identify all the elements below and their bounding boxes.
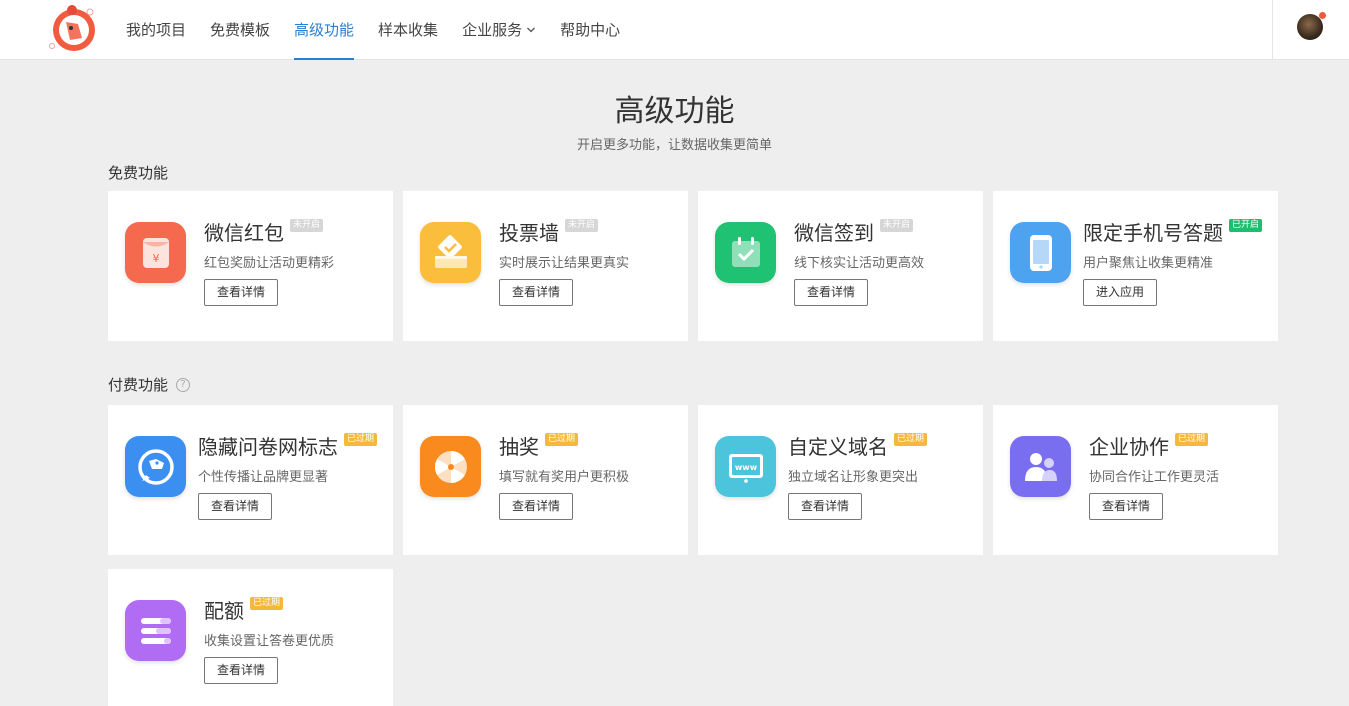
- card-title: 配额: [204, 599, 244, 623]
- top-header: 我的项目 免费模板 高级功能 样本收集 企业服务 帮助中心: [0, 0, 1349, 60]
- status-badge: 未开启: [290, 219, 324, 232]
- card-desc: 填写就有奖用户更积极: [499, 470, 630, 485]
- card-desc: 收集设置让答卷更优质: [204, 634, 335, 649]
- card-wechat-checkin: 微信签到 未开启 线下核实让活动更高效 查看详情: [698, 191, 983, 341]
- paid-section-title: 付费功能 ?: [108, 374, 191, 395]
- nav-my-projects[interactable]: 我的项目: [114, 0, 198, 60]
- red-envelope-icon: ¥: [125, 222, 186, 283]
- status-badge: 已过期: [344, 433, 378, 446]
- card-hide-logo: 隐藏问卷网标志 已过期 个性传播让品牌更显著 查看详情: [108, 405, 393, 555]
- nav-enterprise-services[interactable]: 企业服务: [450, 0, 548, 60]
- card-wechat-red-envelope: ¥ 微信红包 未开启 红包奖励让活动更精彩 查看详情: [108, 191, 393, 341]
- mobile-phone-icon: [1010, 222, 1071, 283]
- nav-sample-collection[interactable]: 样本收集: [366, 0, 450, 60]
- view-details-button[interactable]: 查看详情: [788, 493, 862, 520]
- card-desc: 协同合作让工作更灵活: [1089, 470, 1220, 485]
- lottery-wheel-icon: [420, 436, 481, 497]
- card-desc: 用户聚焦让收集更精准: [1083, 256, 1214, 271]
- card-vote-wall: 投票墙 未开启 实时展示让结果更真实 查看详情: [403, 191, 688, 341]
- view-details-button[interactable]: 查看详情: [204, 657, 278, 684]
- help-icon[interactable]: ?: [176, 377, 191, 392]
- view-details-button[interactable]: 查看详情: [794, 279, 868, 306]
- nav-label: 企业服务: [462, 21, 523, 39]
- card-title: 微信红包: [204, 221, 284, 245]
- card-quota: 配额 已过期 收集设置让答卷更优质 查看详情: [108, 569, 393, 706]
- view-details-button[interactable]: 查看详情: [1089, 493, 1163, 520]
- card-lottery: 抽奖 已过期 填写就有奖用户更积极 查看详情: [403, 405, 688, 555]
- status-badge: 未开启: [880, 219, 914, 232]
- view-details-button[interactable]: 查看详情: [198, 493, 272, 520]
- status-badge: 未开启: [565, 219, 599, 232]
- card-title: 企业协作: [1089, 435, 1169, 459]
- user-menu[interactable]: [1272, 0, 1349, 60]
- view-details-button[interactable]: 查看详情: [499, 279, 573, 306]
- nav-advanced-features[interactable]: 高级功能: [282, 0, 366, 60]
- nav-label: 我的项目: [126, 21, 187, 39]
- page-title: 高级功能: [614, 94, 735, 129]
- chevron-down-icon: [527, 27, 536, 33]
- main-nav: 我的项目 免费模板 高级功能 样本收集 企业服务 帮助中心: [114, 0, 632, 60]
- card-enterprise-collab: 企业协作 已过期 协同合作让工作更灵活 查看详情: [993, 405, 1278, 555]
- card-desc: 个性传播让品牌更显著: [198, 470, 329, 485]
- card-desc: 实时展示让结果更真实: [499, 256, 630, 271]
- free-section-title: 免费功能: [108, 162, 168, 183]
- status-badge: 已过期: [1175, 433, 1209, 446]
- nav-label: 样本收集: [378, 21, 439, 39]
- card-custom-domain: www 自定义域名 已过期 独立域名让形象更突出 查看详情: [698, 405, 983, 555]
- view-details-button[interactable]: 查看详情: [499, 493, 573, 520]
- notification-dot: [1319, 12, 1326, 19]
- card-title: 微信签到: [794, 221, 874, 245]
- nav-free-templates[interactable]: 免费模板: [198, 0, 282, 60]
- nav-label: 帮助中心: [560, 21, 621, 39]
- view-details-button[interactable]: 查看详情: [204, 279, 278, 306]
- nav-label: 免费模板: [210, 21, 271, 39]
- site-logo-icon[interactable]: [44, 2, 100, 54]
- ballot-box-icon: [420, 222, 481, 283]
- nav-label: 高级功能: [294, 21, 355, 39]
- www-screen-icon: www: [715, 436, 776, 497]
- rhino-logo-icon: [125, 436, 186, 497]
- status-badge: 已过期: [250, 597, 284, 610]
- status-badge: 已过期: [894, 433, 928, 446]
- card-limit-phone: 限定手机号答题 已开启 用户聚焦让收集更精准 进入应用: [993, 191, 1278, 341]
- card-desc: 独立域名让形象更突出: [788, 470, 919, 485]
- team-users-icon: [1010, 436, 1071, 497]
- card-desc: 线下核实让活动更高效: [794, 256, 925, 271]
- page-subtitle: 开启更多功能，让数据收集更简单: [576, 138, 772, 153]
- card-desc: 红包奖励让活动更精彩: [204, 256, 335, 271]
- card-title: 隐藏问卷网标志: [198, 435, 338, 459]
- card-title: 抽奖: [499, 435, 539, 459]
- card-title: 投票墙: [499, 221, 559, 245]
- section-title-text: 免费功能: [108, 164, 169, 182]
- calendar-check-icon: [715, 222, 776, 283]
- card-title: 限定手机号答题: [1083, 221, 1223, 245]
- svg-text:¥: ¥: [152, 252, 159, 265]
- status-badge: 已开启: [1229, 219, 1263, 232]
- enter-app-button[interactable]: 进入应用: [1083, 279, 1157, 306]
- card-title: 自定义域名: [788, 435, 888, 459]
- status-badge: 已过期: [545, 433, 579, 446]
- svg-text:www: www: [734, 463, 757, 472]
- section-title-text: 付费功能: [108, 376, 169, 394]
- nav-help-center[interactable]: 帮助中心: [548, 0, 632, 60]
- quota-bars-icon: [125, 600, 186, 661]
